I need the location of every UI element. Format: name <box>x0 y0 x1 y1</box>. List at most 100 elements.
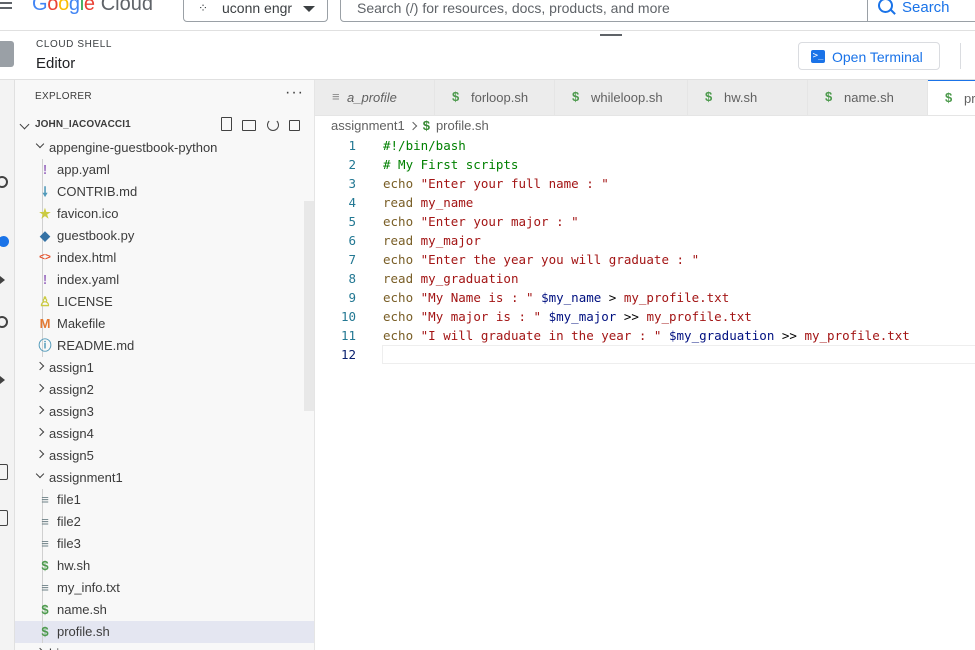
folder-item[interactable]: assign5 <box>15 445 314 467</box>
code-line[interactable]: 5 echo "Enter your major : " <box>315 212 975 231</box>
extensions-activity-icon[interactable] <box>0 316 8 328</box>
caret-down-icon <box>303 6 315 12</box>
code-token: $my_graduation <box>669 328 775 343</box>
file-type-icon: ♙ <box>39 294 51 309</box>
panel-resize-handle[interactable] <box>600 34 622 36</box>
file-item[interactable]: ◆ guestbook.py <box>15 225 314 247</box>
code-line[interactable]: 12 <box>315 345 975 364</box>
new-file-icon[interactable] <box>221 117 232 131</box>
editor-tab-label: a_profile <box>347 90 397 105</box>
folder-item[interactable]: assign3 <box>15 401 314 423</box>
code-editor[interactable]: 1 #!/bin/bash 2 # My First scripts 3 echo "En… <box>315 136 975 364</box>
code-line[interactable]: 4 read my_name <box>315 193 975 212</box>
file-item[interactable]: M Makefile <box>15 313 314 335</box>
editor-tab[interactable]: $ name.sh <box>808 80 928 115</box>
folder-item[interactable]: appengine-guestbook-python <box>15 137 314 159</box>
workspace-header[interactable]: JOHN_IACOVACCI1 <box>15 115 314 137</box>
code-line[interactable]: 9 echo "My Name is : " $my_name > my_prof… <box>315 288 975 307</box>
code-line[interactable]: 6 read my_major <box>315 231 975 250</box>
file-item[interactable]: ≡ file1 <box>15 489 314 511</box>
file-item[interactable]: $ name.sh <box>15 599 314 621</box>
open-terminal-button[interactable]: >_ Open Terminal <box>798 42 940 70</box>
file-item[interactable]: ⓘ README.md <box>15 335 314 357</box>
search-activity-icon[interactable] <box>0 176 8 188</box>
open-terminal-label: Open Terminal <box>832 49 923 65</box>
file-item[interactable]: $ hw.sh <box>15 555 314 577</box>
folder-item[interactable]: assignment1 <box>15 467 314 489</box>
file-item[interactable]: ≡ file2 <box>15 511 314 533</box>
explorer-scrollbar[interactable] <box>304 201 314 411</box>
file-item[interactable]: ≡ file3 <box>15 533 314 555</box>
chevron-right-icon[interactable] <box>35 427 45 437</box>
file-item[interactable]: $ profile.sh <box>15 621 314 643</box>
code-token: read <box>383 195 414 210</box>
file-item[interactable]: ♙ LICENSE <box>15 291 314 313</box>
shell-file-icon: $ <box>945 90 953 105</box>
code-token: my_graduation <box>420 271 519 286</box>
folder-item[interactable]: assign1 <box>15 357 314 379</box>
workspace-name: JOHN_IACOVACCI1 <box>35 119 131 130</box>
chevron-right-icon[interactable] <box>35 383 45 393</box>
collapse-all-icon[interactable] <box>289 120 301 131</box>
shell-file-icon: $ <box>452 89 460 104</box>
chevron-right-icon[interactable] <box>35 449 45 459</box>
run-activity-icon[interactable] <box>0 276 5 284</box>
project-picker[interactable]: ⁘ uconn engr <box>183 0 328 22</box>
search-icon <box>878 0 893 13</box>
code-line[interactable]: 3 echo "Enter your full name : " <box>315 174 975 193</box>
google-cloud-logo[interactable]: Google Cloud <box>32 0 153 16</box>
editor-tab[interactable]: $ whileloop.sh <box>555 80 688 115</box>
file-type-icon: ◆ <box>40 228 50 243</box>
code-token: read <box>383 233 414 248</box>
code-line[interactable]: 1 #!/bin/bash <box>315 136 975 155</box>
file-item[interactable]: ! app.yaml <box>15 159 314 181</box>
file-item[interactable]: <> index.html <box>15 247 314 269</box>
chevron-down-icon[interactable] <box>35 469 45 479</box>
new-folder-icon[interactable] <box>242 120 257 131</box>
file-item[interactable]: ! index.yaml <box>15 269 314 291</box>
file-item[interactable]: ★ favicon.ico <box>15 203 314 225</box>
code-line[interactable]: 8 read my_graduation <box>315 269 975 288</box>
code-token: my_profile.txt <box>623 290 730 305</box>
breadcrumb-file[interactable]: profile.sh <box>436 118 489 133</box>
folder-item[interactable]: assign4 <box>15 423 314 445</box>
folder-label: assign5 <box>49 448 94 463</box>
search-bar[interactable]: Search (/) for resources, docs, products… <box>340 0 975 22</box>
line-number: 7 <box>348 252 356 267</box>
search-button[interactable]: Search <box>867 0 975 21</box>
chevron-down-icon[interactable] <box>35 139 45 149</box>
code-line[interactable]: 7 echo "Enter the year you will graduate … <box>315 250 975 269</box>
code-line[interactable]: 10 echo "My major is : " $my_major >> my_… <box>315 307 975 326</box>
editor-tab[interactable]: $ forloop.sh <box>435 80 555 115</box>
file-label: LICENSE <box>57 294 113 309</box>
panel-activity-icon[interactable] <box>0 510 8 526</box>
folder-item[interactable]: assign2 <box>15 379 314 401</box>
main-menu-icon[interactable] <box>0 0 12 14</box>
more-actions-icon[interactable]: ··· <box>285 84 304 102</box>
cloud-shell-header: CLOUD SHELL Editor >_ Open Terminal <box>0 31 975 80</box>
chevron-right-icon[interactable] <box>35 405 45 415</box>
editor-tab[interactable]: ≡ a_profile <box>315 80 435 115</box>
file-item[interactable]: ≡ my_info.txt <box>15 577 314 599</box>
breadcrumb-folder[interactable]: assignment1 <box>331 118 405 133</box>
editor-tab[interactable]: $ pro <box>928 80 975 115</box>
file-label: Makefile <box>57 316 106 331</box>
source-control-badge-icon[interactable] <box>0 236 9 247</box>
chevron-right-icon[interactable] <box>35 361 45 371</box>
search-input[interactable]: Search (/) for resources, docs, products… <box>357 0 670 16</box>
debug-activity-icon[interactable] <box>0 376 5 384</box>
code-line[interactable]: 2 # My First scripts <box>315 155 975 174</box>
code-line[interactable]: 11 echo "I will graduate in the year : " … <box>315 326 975 345</box>
refresh-icon[interactable] <box>266 119 279 131</box>
chevron-down-icon[interactable] <box>19 119 30 130</box>
line-number: 4 <box>348 195 356 210</box>
cloud-code-activity-icon[interactable] <box>0 464 8 480</box>
file-item[interactable]: 🠗 CONTRIB.md <box>15 181 314 203</box>
folder-item[interactable]: bin <box>15 643 314 650</box>
editor-tab[interactable]: $ hw.sh <box>688 80 808 115</box>
logo-google-text: Google <box>32 0 95 15</box>
